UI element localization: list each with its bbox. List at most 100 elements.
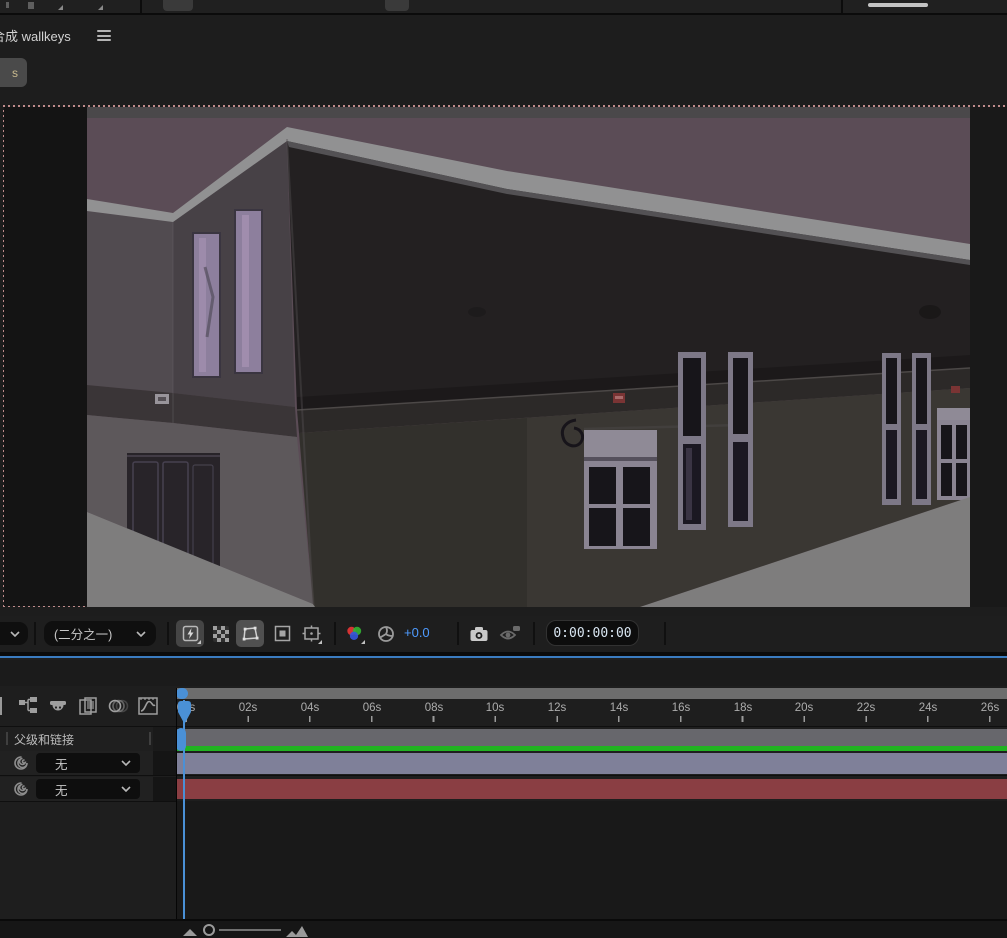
timecode-field[interactable]: 0:00:00:00 [546,620,639,646]
toolbar-divider [140,0,142,13]
shy-layers-button[interactable] [47,695,69,717]
layer-bar-gray[interactable] [177,729,1007,746]
shy-guy-icon [47,695,69,717]
composition-viewer [0,105,1007,616]
parent-link-header-label: 父级和链接 [14,731,74,748]
work-area-bar[interactable] [177,688,1007,699]
ruler-label[interactable]: 18s [723,702,763,714]
timeline-zoom-slider-track[interactable] [219,929,281,931]
ruler-label[interactable]: 06s [352,702,392,714]
toolbar-divider [664,622,666,645]
work-area-start-handle[interactable] [176,688,188,699]
fast-previews-button[interactable] [176,620,204,647]
motion-blur-icon [107,695,129,717]
pick-whip-icon[interactable] [13,781,29,797]
red-sign-small [951,386,960,393]
region-of-interest-button[interactable] [268,620,296,647]
ruler-label[interactable]: 04s [290,702,330,714]
film-frames-icon [77,695,99,717]
toolbar-divider [533,622,535,645]
chevron-down-icon [121,786,131,792]
composition-panel-header: 合成 wallkeys s [0,15,1007,106]
toolbar-divider [457,622,459,645]
frame-blending-button[interactable] [77,695,99,717]
mini-flowchart-button[interactable] [17,695,39,717]
motion-blur-button[interactable] [107,695,129,717]
ruler-label[interactable]: 24s [908,702,948,714]
zoom-out-full-icon[interactable] [286,924,308,937]
tool-icon-fragment [28,2,34,9]
tool-flyout-triangle-icon [58,5,63,10]
toolbar-divider [34,622,36,645]
pick-whip-icon[interactable] [13,755,29,771]
timeline-empty-area [177,801,1007,919]
ruler-label[interactable]: 12s [537,702,577,714]
toolbar-divider [334,622,336,645]
snapshot-button[interactable] [465,620,493,647]
toolbar-slider-fragment[interactable] [868,3,928,7]
parent-dropdown-1-value: 无 [55,754,68,773]
timecode-value: 0:00:00:00 [553,626,631,641]
layer-bar-maroon[interactable] [177,779,1007,799]
aperture-icon [377,625,395,643]
mask-shape-paths-button[interactable] [236,620,264,647]
viewer-pasteboard-left [4,107,87,606]
camera-icon [469,626,489,642]
after-effects-window: 合成 wallkeys s [0,0,1007,938]
composition-nav-chip[interactable]: s [0,58,27,87]
flyout-triangle-icon [197,640,201,644]
column-divider[interactable] [149,732,151,745]
timeline-zoom-slider-handle[interactable] [203,924,215,936]
row-end-cell [153,777,176,801]
current-time-indicator-line[interactable] [183,700,185,919]
ruler-label[interactable]: 02s [228,702,268,714]
channels-button[interactable] [340,620,368,647]
snapshot-eye-icon [499,625,521,642]
magnification-dropdown-partial[interactable] [0,622,28,645]
resolution-dropdown[interactable]: (二分之一) [44,621,156,646]
layer-bar-lavender[interactable] [177,753,1007,774]
parent-dropdown-1[interactable]: 无 [36,753,140,773]
ruler-label[interactable]: 20s [784,702,824,714]
chevron-down-icon [10,631,20,637]
grid-guides-button[interactable] [297,620,325,647]
current-time-indicator-head[interactable] [177,700,192,725]
show-snapshot-button[interactable] [496,620,524,647]
resolution-value: (二分之一) [54,624,112,643]
graph-editor-button[interactable] [137,695,159,717]
parent-link-column-header[interactable]: 父级和链接 [0,727,176,751]
lightning-icon [182,625,199,642]
layer-row-2-left: 无 [0,777,176,801]
layer-bar-green[interactable] [177,746,1007,751]
checkerboard-icon [212,625,230,643]
mini-flowchart-icon [17,695,39,717]
transparency-grid-button[interactable] [207,620,235,647]
column-divider[interactable] [6,732,8,745]
row-separator [0,775,1007,776]
zoom-to-frames-icon[interactable] [183,927,197,936]
toolbar-button-fragment[interactable] [385,0,409,11]
ruler-label[interactable]: 16s [661,702,701,714]
flyout-triangle-icon [361,640,365,644]
ruler-label[interactable]: 22s [846,702,886,714]
ruler-label[interactable]: 10s [475,702,515,714]
ruler-label[interactable]: 08s [414,702,454,714]
toolbar-divider [841,0,843,13]
chevron-down-icon [121,760,131,766]
toolbar-button-fragment[interactable] [163,0,193,11]
exposure-value[interactable]: +0.0 [404,625,430,640]
time-ruler[interactable] [177,716,1007,722]
parent-dropdown-2[interactable]: 无 [36,779,140,799]
composition-viewport-image[interactable] [87,107,970,607]
layer-row-1-left: 无 [0,751,176,775]
ruler-label[interactable]: 26s [970,702,1007,714]
reset-exposure-button[interactable] [372,620,400,647]
mask-outline-icon [241,626,259,642]
ruler-label[interactable]: 14s [599,702,639,714]
timeline-top-spacer [0,660,1007,686]
panel-menu-icon[interactable] [97,30,111,41]
row-end-cell [153,751,176,775]
partial-window-right-edge [937,408,970,500]
top-toolbar-sliver [0,0,1007,15]
composition-tab[interactable]: 合成 wallkeys [0,26,71,45]
